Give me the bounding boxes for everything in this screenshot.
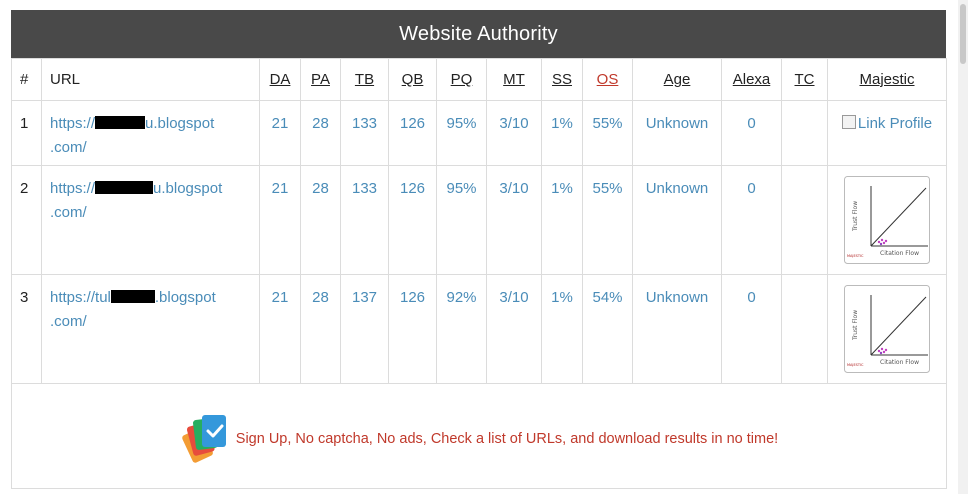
col-header-pq[interactable]: PQ — [436, 58, 487, 101]
cell-tb: 137 — [340, 274, 389, 384]
cell-qb: 126 — [388, 274, 437, 384]
cell-pq: 95% — [436, 100, 487, 166]
col-header-majestic[interactable]: Majestic — [827, 58, 947, 101]
link-profile-image[interactable]: Link Profile — [841, 112, 932, 136]
link-profile-graph[interactable]: Trust Flow Citation Flow MAJESTIC — [844, 176, 930, 264]
cards-checkmark-icon — [182, 415, 226, 463]
cell-os: 55% — [582, 100, 633, 166]
cell-age: Unknown — [632, 100, 722, 166]
cell-alexa: 0 — [721, 274, 782, 384]
cell-mt: 3/10 — [486, 274, 542, 384]
cell-pa: 28 — [300, 274, 341, 384]
cell-age: Unknown — [632, 274, 722, 384]
link-profile-graph[interactable]: Trust Flow Citation Flow MAJESTIC — [844, 285, 930, 373]
cell-tb: 133 — [340, 165, 389, 275]
redaction — [110, 290, 155, 303]
col-header-num: # — [11, 58, 42, 101]
promo-row: Sign Up, No captcha, No ads, Check a lis… — [11, 383, 947, 489]
promo-cell: Sign Up, No captcha, No ads, Check a lis… — [11, 383, 947, 489]
page-scrollbar[interactable] — [958, 0, 968, 494]
col-header-ss[interactable]: SS — [541, 58, 583, 101]
cell-url[interactable]: https://u.blogspot .com/ — [41, 100, 260, 166]
cell-tc — [781, 274, 828, 384]
col-header-url: URL — [41, 58, 260, 101]
cell-ss: 1% — [541, 274, 583, 384]
cell-os: 55% — [582, 165, 633, 275]
cell-da: 21 — [259, 100, 301, 166]
table-row: 3 https://tul .blogspot .com/ 21 28 137 12… — [11, 274, 947, 384]
cell-num: 2 — [11, 165, 42, 275]
broken-image-icon — [841, 115, 856, 129]
cell-pq: 95% — [436, 165, 487, 275]
cell-ss: 1% — [541, 100, 583, 166]
col-header-qb[interactable]: QB — [388, 58, 437, 101]
cell-mt: 3/10 — [486, 100, 542, 166]
cell-age: Unknown — [632, 165, 722, 275]
cell-pa: 28 — [300, 165, 341, 275]
redaction — [95, 181, 154, 194]
promo-text: Sign Up, No captcha, No ads, Check a lis… — [235, 431, 779, 447]
cell-tc — [781, 100, 828, 166]
authority-panel: Website Authority # URL DA PA TB QB PQ M… — [11, 10, 947, 489]
cell-majestic[interactable]: Trust Flow Citation Flow MAJESTIC — [827, 274, 947, 384]
col-header-tc[interactable]: TC — [781, 58, 828, 101]
table-row: 1 https://u.blogspot .com/ 21 28 133 126 … — [11, 100, 947, 166]
graph-y-label: Trust Flow — [852, 201, 859, 232]
graph-y-label: Trust Flow — [852, 310, 859, 341]
graph-x-label: Citation Flow — [880, 250, 919, 257]
panel-title: Website Authority — [11, 10, 946, 58]
cell-da: 21 — [259, 274, 301, 384]
cell-os: 54% — [582, 274, 633, 384]
table-row: 2 https://u.blogspot .com/ 21 28 133 126 … — [11, 165, 947, 275]
cell-pq: 92% — [436, 274, 487, 384]
cell-qb: 126 — [388, 165, 437, 275]
cell-pa: 28 — [300, 100, 341, 166]
cell-qb: 126 — [388, 100, 437, 166]
cell-url[interactable]: https://u.blogspot .com/ — [41, 165, 260, 275]
graph-brand: MAJESTIC — [847, 254, 864, 258]
cell-alexa: 0 — [721, 165, 782, 275]
cell-majestic[interactable]: Trust Flow Citation Flow MAJESTIC — [827, 165, 947, 275]
cell-tc — [781, 165, 828, 275]
col-header-os[interactable]: OS — [582, 58, 633, 101]
cell-num: 1 — [11, 100, 42, 166]
cell-num: 3 — [11, 274, 42, 384]
cell-alexa: 0 — [721, 100, 782, 166]
scrollbar-thumb[interactable] — [960, 4, 966, 64]
col-header-da[interactable]: DA — [259, 58, 301, 101]
cell-majestic[interactable]: Link Profile — [827, 100, 947, 166]
graph-brand: MAJESTIC — [847, 363, 864, 367]
promo-banner[interactable]: Sign Up, No captcha, No ads, Check a lis… — [12, 384, 946, 488]
authority-table: # URL DA PA TB QB PQ MT SS OS Age Alexa … — [11, 58, 947, 489]
col-header-pa[interactable]: PA — [300, 58, 341, 101]
col-header-age[interactable]: Age — [632, 58, 722, 101]
col-header-tb[interactable]: TB — [340, 58, 389, 101]
cell-da: 21 — [259, 165, 301, 275]
col-header-mt[interactable]: MT — [486, 58, 542, 101]
cell-mt: 3/10 — [486, 165, 542, 275]
table-header-row: # URL DA PA TB QB PQ MT SS OS Age Alexa … — [11, 58, 947, 101]
cell-tb: 133 — [340, 100, 389, 166]
cell-ss: 1% — [541, 165, 583, 275]
col-header-alexa[interactable]: Alexa — [721, 58, 782, 101]
graph-x-label: Citation Flow — [880, 359, 919, 366]
cell-url[interactable]: https://tul .blogspot .com/ — [41, 274, 260, 384]
redaction — [95, 116, 146, 129]
